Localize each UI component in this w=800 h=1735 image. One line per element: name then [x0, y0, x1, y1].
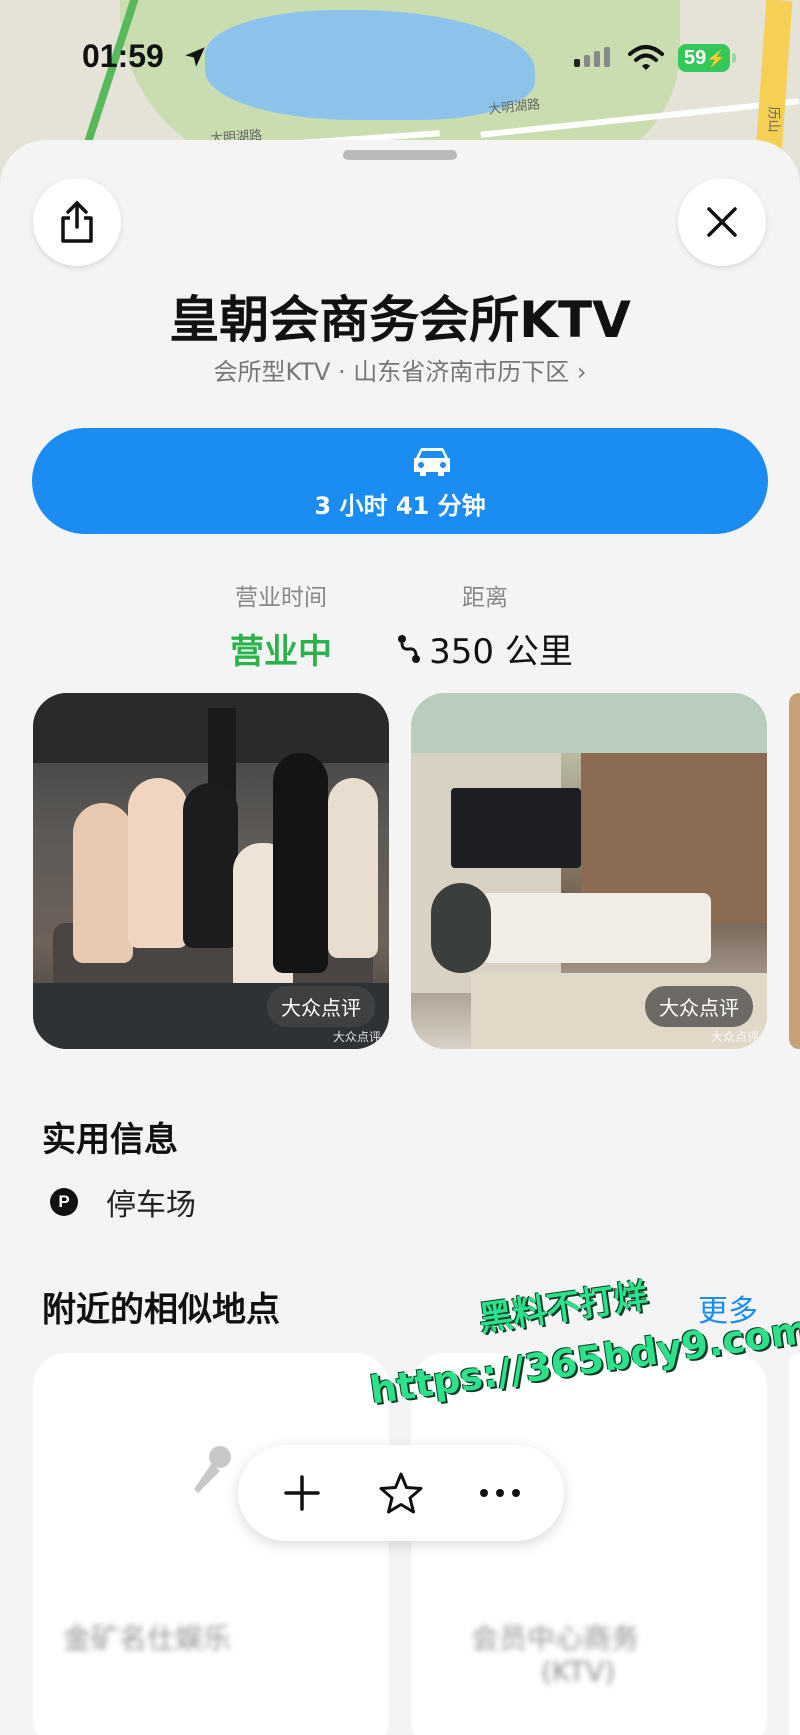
more-options-button[interactable] [465, 1458, 535, 1528]
photo-watermark: 大众点评 [710, 1030, 759, 1044]
photo-person [73, 803, 133, 963]
nearby-place-card[interactable]: 会员中心商务 (KTV) [411, 1353, 767, 1735]
add-button[interactable] [267, 1458, 337, 1528]
business-hours: 营业时间 营业中 [206, 578, 356, 673]
place-category-location-link[interactable]: 会所型KTV · 山东省济南市历下区 › [0, 352, 800, 387]
status-time: 01:59 [82, 38, 164, 74]
directions-button[interactable]: 3 小时 41 分钟 [32, 428, 768, 534]
hours-label: 营业时间 [235, 585, 327, 611]
hours-status: 营业中 [230, 632, 332, 672]
nearby-place-subname: (KTV) [541, 1655, 616, 1688]
location-arrow-icon [185, 47, 205, 67]
nearby-place-card[interactable]: 金矿名仕娱乐 [33, 1353, 389, 1735]
floating-toolbar [238, 1445, 564, 1541]
close-icon [707, 207, 737, 237]
wifi-icon [628, 45, 664, 70]
status-bar: 01:59 59⚡ [0, 0, 800, 110]
photo-table [481, 893, 711, 963]
car-icon [414, 448, 450, 476]
place-title: 皇朝会商务会所KTV [169, 291, 631, 349]
distance-value: 350 公里 [429, 632, 573, 672]
battery-level: 59 [684, 47, 707, 69]
dianping-badge: 大众点评 [267, 986, 375, 1027]
dianping-badge: 大众点评 [645, 986, 753, 1027]
route-icon [398, 634, 421, 663]
drive-duration: 3 小时 41 分钟 [314, 492, 486, 520]
cellular-signal-icon [574, 47, 610, 67]
map-street-label: 历山 [765, 106, 781, 133]
charging-bolt-icon: ⚡ [706, 51, 727, 68]
useful-info-title: 实用信息 [42, 1120, 178, 1160]
photo-tv [451, 788, 581, 868]
photo-chair [431, 883, 491, 973]
place-photo[interactable]: 大众点评 大众点评 [411, 693, 767, 1049]
photo-person [128, 778, 188, 948]
share-button[interactable] [33, 178, 121, 266]
share-icon [61, 201, 93, 243]
distance-label: 距离 [462, 585, 508, 611]
battery-indicator: 59⚡ [678, 44, 730, 72]
photo-person [273, 753, 328, 973]
parking-label: 停车场 [106, 1188, 196, 1223]
distance-info: 距离 350 公里 [390, 578, 580, 673]
photo-person [183, 783, 238, 948]
photo-ceiling [411, 693, 767, 753]
plus-icon [283, 1475, 320, 1511]
photo-watermark: 大众点评 [332, 1030, 381, 1044]
close-button[interactable] [678, 178, 766, 266]
sheet-grabber[interactable] [343, 150, 457, 160]
place-photo-partial[interactable] [789, 693, 800, 1049]
nearby-title: 附近的相似地点 [42, 1290, 280, 1330]
star-icon [379, 1472, 423, 1514]
parking-item: P 停车场 [50, 1180, 196, 1224]
microphone-icon [194, 1446, 231, 1493]
favorite-button[interactable] [366, 1458, 436, 1528]
photo-person [328, 778, 378, 958]
nearby-place-name: 会员中心商务 [471, 1622, 640, 1655]
ellipsis-icon [480, 1489, 521, 1497]
nearby-place-card-partial[interactable] [789, 1353, 800, 1735]
battery-tip [732, 53, 736, 63]
nearby-place-name: 金矿名仕娱乐 [63, 1622, 232, 1655]
place-photo[interactable]: 大众点评 大众点评 [33, 693, 389, 1049]
parking-icon: P [50, 1188, 78, 1216]
